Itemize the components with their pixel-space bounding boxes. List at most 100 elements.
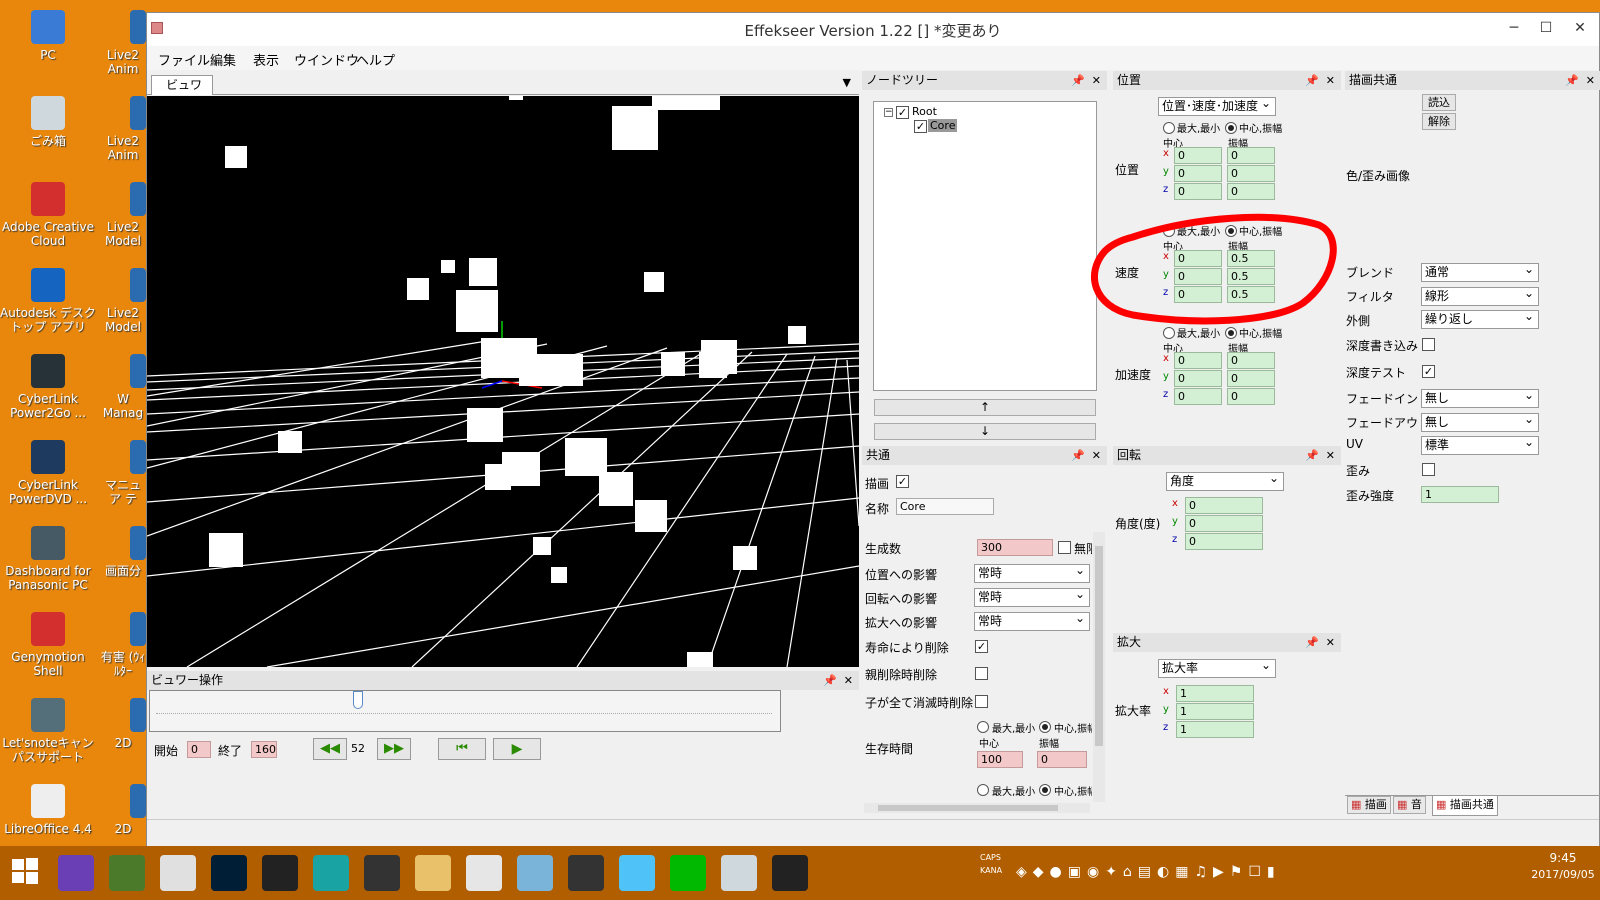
folder-icon[interactable] bbox=[415, 855, 451, 891]
fast-forward-button[interactable]: ▶▶ bbox=[377, 738, 411, 760]
pin-icon[interactable]: 📌 bbox=[1305, 446, 1319, 465]
depth-test-checkbox[interactable]: ✓ bbox=[1422, 365, 1435, 378]
close-button[interactable]: ✕ bbox=[1565, 17, 1595, 39]
desktop-icon[interactable]: Let'snoteキャンパスサポート bbox=[0, 698, 96, 764]
delete-on-parent-checkbox[interactable] bbox=[975, 667, 988, 680]
pin-icon[interactable]: 📌 bbox=[1071, 446, 1085, 465]
desktop-icon[interactable]: W Manag bbox=[100, 354, 146, 420]
fadein-select[interactable]: 無し bbox=[1421, 387, 1539, 408]
visual-studio-icon[interactable] bbox=[58, 855, 94, 891]
desktop-icon[interactable]: Adobe Creative Cloud bbox=[0, 182, 96, 248]
desktop-icon[interactable]: 有害 (ｳｨﾙﾀｰ bbox=[100, 612, 146, 678]
delete-on-children-checkbox[interactable] bbox=[975, 695, 988, 708]
desktop-icon[interactable]: CyberLink Power2Go ... bbox=[0, 354, 96, 420]
move-up-button[interactable]: ↑ bbox=[874, 399, 1096, 416]
pin-icon[interactable]: 📌 bbox=[1565, 71, 1579, 90]
desktop-icon[interactable]: Live2 Model bbox=[100, 268, 146, 334]
close-icon[interactable]: ✕ bbox=[1326, 446, 1335, 465]
wrap-select[interactable]: 繰り返し bbox=[1421, 308, 1539, 329]
close-icon[interactable]: ✕ bbox=[844, 671, 853, 690]
timeline-track[interactable] bbox=[149, 690, 781, 732]
acceleration-amp-y-input[interactable]: 0 bbox=[1227, 370, 1275, 387]
rgb-checker-icon[interactable] bbox=[262, 855, 298, 891]
pin-icon[interactable]: 📌 bbox=[1305, 71, 1319, 90]
blend-select[interactable]: 通常 bbox=[1421, 261, 1539, 282]
desktop-icon[interactable]: Live2 Anim bbox=[100, 10, 146, 76]
menu-help[interactable]: ヘルプ bbox=[356, 50, 395, 69]
desktop-icon[interactable]: Live2 Model bbox=[100, 182, 146, 248]
acceleration-center-y-input[interactable]: 0 bbox=[1174, 370, 1222, 387]
position-mode-select[interactable]: 位置･速度･加速度 bbox=[1158, 95, 1276, 116]
desktop-icon[interactable]: Dashboard for Panasonic PC bbox=[0, 526, 96, 592]
rotation-mode-select[interactable]: 角度 bbox=[1166, 470, 1284, 491]
position-minmax-radio[interactable] bbox=[1163, 122, 1175, 134]
viewer-dropdown-icon[interactable]: ▼ bbox=[843, 76, 851, 89]
chrome-like-icon[interactable] bbox=[160, 855, 196, 891]
rotation-y-input[interactable]: 0 bbox=[1185, 515, 1263, 532]
end-frame-input[interactable]: 160 bbox=[251, 741, 277, 758]
tree-node-core[interactable]: Core bbox=[928, 119, 958, 132]
position-amp-z-input[interactable]: 0 bbox=[1227, 183, 1275, 200]
tab-sound[interactable]: ▦ 音 bbox=[1393, 796, 1426, 814]
film-icon[interactable] bbox=[364, 855, 400, 891]
acceleration-center-z-input[interactable]: 0 bbox=[1174, 388, 1222, 405]
desktop-icon[interactable]: LibreOffice 4.4 bbox=[0, 784, 96, 836]
root-checkbox[interactable]: ✓ bbox=[896, 106, 909, 119]
desktop-icon[interactable]: Genymotion Shell bbox=[0, 612, 96, 678]
tab-render[interactable]: ▦ 描画 bbox=[1347, 796, 1391, 814]
desktop-icon[interactable]: CyberLink PowerDVD ... bbox=[0, 440, 96, 506]
draw-checkbox[interactable]: ✓ bbox=[896, 475, 909, 488]
position-center-x-input[interactable]: 0 bbox=[1174, 147, 1222, 164]
scale-z-input[interactable]: 1 bbox=[1176, 721, 1254, 738]
position-amp-y-input[interactable]: 0 bbox=[1227, 165, 1275, 182]
sphere-icon[interactable] bbox=[619, 855, 655, 891]
lifetime-center-input[interactable]: 100 bbox=[977, 751, 1023, 768]
desktop-icon[interactable]: ごみ箱 bbox=[0, 96, 96, 148]
close-icon[interactable]: ✕ bbox=[1092, 71, 1101, 90]
expand-icon[interactable]: − bbox=[884, 108, 893, 117]
depth-write-checkbox[interactable] bbox=[1422, 338, 1435, 351]
move-down-button[interactable]: ↓ bbox=[874, 423, 1096, 440]
maya-icon[interactable] bbox=[313, 855, 349, 891]
pin-icon[interactable]: 📌 bbox=[823, 671, 837, 690]
desktop-icon[interactable]: Autodesk デスクトップ アプリ bbox=[0, 268, 96, 334]
photoshop-icon[interactable] bbox=[211, 855, 247, 891]
desktop-icon[interactable]: 画面分 bbox=[100, 526, 146, 578]
node-tree[interactable]: − ✓ Root ✓ Core bbox=[873, 101, 1097, 391]
close-icon[interactable]: ✕ bbox=[1092, 446, 1101, 465]
desktop-icon[interactable]: マニュア テ bbox=[100, 440, 146, 506]
acceleration-amp-x-input[interactable]: 0 bbox=[1227, 352, 1275, 369]
position-center-radio[interactable] bbox=[1225, 122, 1237, 134]
release-button[interactable]: 解除 bbox=[1422, 113, 1456, 130]
notepad-icon[interactable] bbox=[721, 855, 757, 891]
position-amp-x-input[interactable]: 0 bbox=[1227, 147, 1275, 164]
pin-icon[interactable]: 📌 bbox=[1071, 71, 1085, 90]
name-input[interactable]: Core bbox=[896, 498, 994, 515]
line-icon[interactable] bbox=[670, 855, 706, 891]
distortion-strength-input[interactable]: 1 bbox=[1421, 486, 1499, 503]
maximize-button[interactable]: ☐ bbox=[1531, 17, 1561, 39]
tree-node-root[interactable]: Root bbox=[912, 105, 937, 118]
uv-select[interactable]: 標準 bbox=[1421, 434, 1539, 455]
chrome-icon[interactable] bbox=[466, 855, 502, 891]
position-influence-select[interactable]: 常時 bbox=[974, 562, 1090, 583]
next-center-radio[interactable] bbox=[1039, 784, 1051, 796]
rewind-button[interactable]: ◀◀ bbox=[313, 738, 347, 760]
menu-view[interactable]: 表示 bbox=[253, 50, 279, 69]
app-icon[interactable] bbox=[109, 855, 145, 891]
next-minmax-radio[interactable] bbox=[977, 784, 989, 796]
spawn-count-input[interactable]: 300 bbox=[977, 539, 1053, 556]
close-icon[interactable]: ✕ bbox=[1326, 633, 1335, 652]
filter-select[interactable]: 線形 bbox=[1421, 285, 1539, 306]
close-icon[interactable]: ✕ bbox=[1326, 71, 1335, 90]
app-icon[interactable] bbox=[517, 855, 553, 891]
lifetime-minmax-radio[interactable] bbox=[977, 721, 989, 733]
start-button[interactable] bbox=[10, 856, 40, 886]
rotation-x-input[interactable]: 0 bbox=[1185, 497, 1263, 514]
lifetime-center-radio[interactable] bbox=[1039, 721, 1051, 733]
position-center-z-input[interactable]: 0 bbox=[1174, 183, 1222, 200]
pin-icon[interactable]: 📌 bbox=[1305, 633, 1319, 652]
start-frame-input[interactable]: 0 bbox=[187, 741, 211, 758]
to-start-button[interactable]: ⏮ bbox=[438, 738, 486, 760]
menu-file[interactable]: ファイル bbox=[158, 50, 210, 69]
